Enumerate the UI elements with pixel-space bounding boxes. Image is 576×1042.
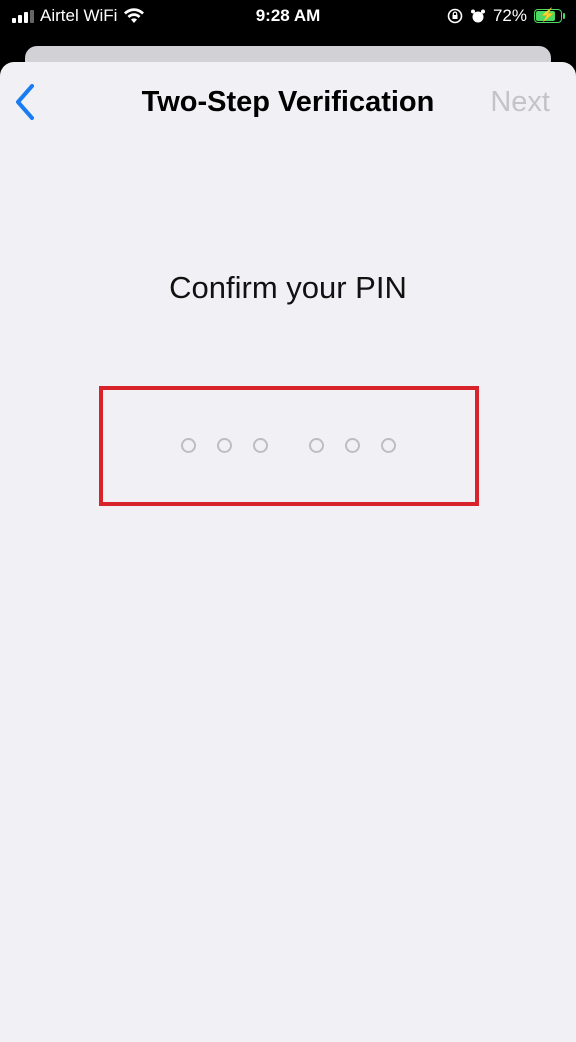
pin-input[interactable] — [0, 438, 576, 453]
pin-digit-dot[interactable] — [180, 438, 196, 453]
orientation-lock-icon — [447, 8, 463, 24]
nav-bar: Two-Step Verification Next — [0, 62, 576, 144]
status-bar: Airtel WiFi 9:28 AM 72% ⚡ — [0, 0, 576, 34]
next-button[interactable]: Next — [490, 86, 550, 119]
pin-digit-dot[interactable] — [308, 438, 324, 453]
pin-group-spacer — [278, 438, 298, 453]
confirm-pin-heading: Confirm your PIN — [169, 270, 407, 305]
status-bar-right: 72% ⚡ — [447, 6, 565, 26]
modal-sheet: Two-Step Verification Next Confirm your … — [0, 62, 576, 1042]
pin-digit-dot[interactable] — [216, 438, 232, 453]
alarm-icon — [470, 9, 485, 23]
pin-digit-dot[interactable] — [380, 438, 396, 453]
pin-digit-dot[interactable] — [252, 438, 268, 453]
battery-percent: 72% — [492, 6, 527, 25]
battery-charging-icon: ⚡ — [534, 7, 565, 23]
pin-digit-dot[interactable] — [344, 438, 360, 453]
